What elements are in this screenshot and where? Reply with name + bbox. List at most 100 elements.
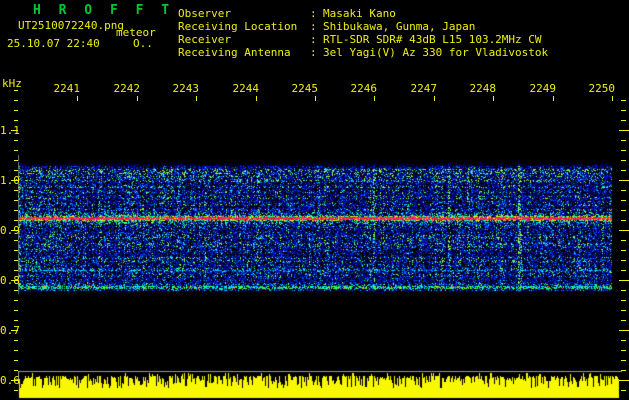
info-colon: : [310, 46, 317, 59]
info-value: Masaki Kano [323, 7, 396, 20]
tick-mark [14, 100, 18, 101]
tick-mark [14, 140, 18, 141]
tick-mark [621, 370, 626, 371]
spectrogram-canvas [18, 100, 622, 400]
tick-mark [14, 220, 18, 221]
x-tick-label: 2242 [113, 82, 141, 95]
tick-mark [621, 320, 626, 321]
tick-mark [14, 320, 18, 321]
x-tick-label: 2245 [291, 82, 319, 95]
tick-mark [11, 180, 18, 181]
tick-mark [315, 96, 316, 101]
info-label: Receiving Location [178, 20, 298, 33]
tick-mark [619, 230, 629, 231]
tick-mark [374, 96, 375, 101]
tick-mark [14, 120, 18, 121]
tick-mark [14, 390, 18, 391]
tick-mark [621, 390, 626, 391]
khz-unit-label: kHz [2, 77, 22, 90]
tick-mark [11, 380, 18, 381]
info-colon: : [310, 33, 317, 46]
info-row-observer: Observer : Masaki Kano [178, 7, 396, 20]
tick-mark [619, 180, 629, 181]
tick-mark [196, 96, 197, 101]
info-value: RTL-SDR SDR# 43dB L15 103.2MHz CW [323, 33, 542, 46]
tick-mark [11, 130, 18, 131]
x-tick-label: 2249 [529, 82, 557, 95]
x-tick-label: 2241 [53, 82, 81, 95]
tick-mark [621, 270, 626, 271]
tick-mark [14, 110, 18, 111]
tick-mark [14, 260, 18, 261]
status-indicator: O.. [133, 37, 153, 50]
tick-mark [14, 160, 18, 161]
x-tick-label: 2248 [469, 82, 497, 95]
tick-mark [14, 300, 18, 301]
info-colon: : [310, 7, 317, 20]
app-title: H R O F F T [33, 3, 175, 18]
tick-mark [621, 360, 626, 361]
tick-mark [621, 240, 626, 241]
tick-mark [11, 330, 18, 331]
info-value: Shibukawa, Gunma, Japan [323, 20, 476, 33]
datetime-label: 25.10.07 22:40 [7, 37, 100, 50]
tick-mark [619, 280, 629, 281]
tick-mark [621, 350, 626, 351]
tick-mark [14, 150, 18, 151]
tick-mark [621, 220, 626, 221]
tick-mark [137, 96, 138, 101]
tick-mark [621, 310, 626, 311]
tick-mark [621, 210, 626, 211]
info-row-location: Receiving Location : Shibukawa, Gunma, J… [178, 20, 475, 33]
tick-mark [14, 340, 18, 341]
tick-mark [14, 270, 18, 271]
x-tick-label: 2250 [588, 82, 616, 95]
tick-mark [493, 96, 494, 101]
tick-mark [14, 350, 18, 351]
x-tick-label: 2244 [232, 82, 260, 95]
info-row-receiver: Receiver : RTL-SDR SDR# 43dB L15 103.2MH… [178, 33, 542, 46]
tick-mark [621, 110, 626, 111]
filename-label: UT2510072240.png [18, 19, 124, 32]
x-tick-label: 2243 [172, 82, 200, 95]
tick-mark [14, 210, 18, 211]
tick-mark [14, 170, 18, 171]
tick-mark [621, 170, 626, 171]
tick-mark [619, 330, 629, 331]
info-label: Observer [178, 7, 231, 20]
tick-mark [621, 150, 626, 151]
tick-mark [553, 96, 554, 101]
tick-mark [621, 300, 626, 301]
tick-mark [621, 100, 626, 101]
info-label: Receiving Antenna [178, 46, 291, 59]
info-row-antenna: Receiving Antenna : 3el Yagi(V) Az 330 f… [178, 46, 548, 59]
tick-mark [14, 190, 18, 191]
tick-mark [256, 96, 257, 101]
tick-mark [621, 160, 626, 161]
tick-mark [621, 200, 626, 201]
tick-mark [14, 90, 18, 91]
x-tick-label: 2247 [410, 82, 438, 95]
tick-mark [11, 280, 18, 281]
tick-mark [612, 96, 613, 101]
hrofft-window: H R O F F T UT2510072240.png meteor 25.1… [0, 0, 629, 400]
tick-mark [621, 140, 626, 141]
tick-mark [77, 96, 78, 101]
tick-mark [621, 250, 626, 251]
tick-mark [14, 360, 18, 361]
tick-mark [621, 340, 626, 341]
tick-mark [434, 96, 435, 101]
tick-mark [621, 290, 626, 291]
info-value: 3el Yagi(V) Az 330 for Vladivostok [323, 46, 549, 59]
tick-mark [619, 130, 629, 131]
info-label: Receiver [178, 33, 231, 46]
tick-mark [621, 190, 626, 191]
x-tick-label: 2246 [350, 82, 378, 95]
tick-mark [14, 290, 18, 291]
info-colon: : [310, 20, 317, 33]
tick-mark [621, 120, 626, 121]
tick-mark [621, 260, 626, 261]
tick-mark [14, 250, 18, 251]
tick-mark [619, 380, 629, 381]
tick-mark [14, 200, 18, 201]
